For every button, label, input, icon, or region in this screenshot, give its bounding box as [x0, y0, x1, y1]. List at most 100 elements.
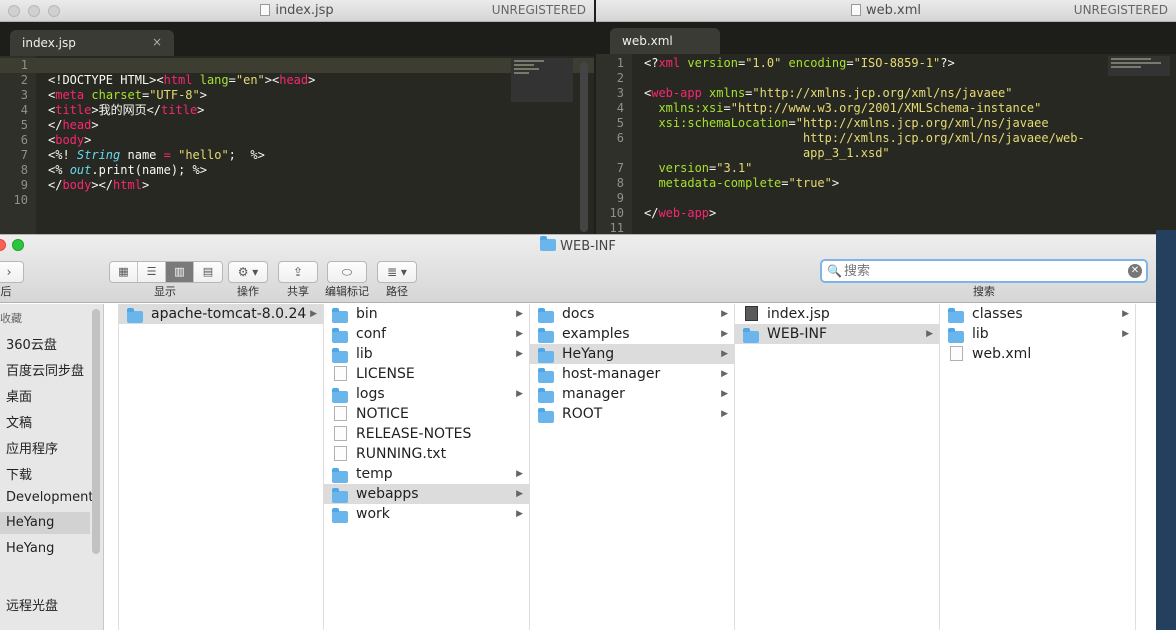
list-item[interactable]: classes ▶ — [940, 304, 1135, 324]
folder-icon — [332, 328, 348, 343]
chevron-right-icon: ▶ — [516, 309, 523, 319]
window-title: WEB-INF — [560, 239, 616, 254]
sidebar-item-baidu[interactable]: 百度云同步盘 — [6, 360, 84, 379]
file-icon — [950, 346, 963, 361]
code-line: 5 xsi:schemaLocation="http://xmlns.jcp.o… — [616, 116, 1049, 130]
search-input[interactable] — [844, 262, 1124, 280]
coverflow-view-icon[interactable]: ▤ — [194, 262, 222, 282]
sidebar-item-desktop[interactable]: 桌面 — [6, 386, 32, 405]
list-item[interactable]: LICENSE — [324, 364, 529, 384]
code-line: 8 <% out.print(name); %> — [20, 163, 207, 177]
path-label: 路径 — [386, 285, 408, 298]
tags-button[interactable]: ⬭ — [327, 261, 367, 283]
browser-column: classes ▶ lib ▶ web.xml — [940, 304, 1136, 630]
code-line: 8 metadata-complete="true"> — [616, 176, 840, 190]
window-title: web.xml — [866, 3, 921, 18]
sidebar-item-360[interactable]: 360云盘 — [6, 334, 57, 353]
folder-icon — [332, 468, 348, 483]
list-item[interactable]: examples ▶ — [530, 324, 734, 344]
sidebar-item-applications[interactable]: 应用程序 — [6, 438, 58, 457]
list-item[interactable]: lib ▶ — [940, 324, 1135, 344]
clear-search-icon[interactable]: ✕ — [1128, 264, 1142, 278]
search-field[interactable]: 🔍 ✕ — [820, 259, 1148, 283]
action-button[interactable]: ⚙ ▾ — [228, 261, 268, 283]
list-item[interactable]: manager ▶ — [530, 384, 734, 404]
list-item[interactable]: webapps ▶ — [324, 484, 529, 504]
list-item[interactable]: ROOT ▶ — [530, 404, 734, 424]
chevron-right-icon: ▶ — [721, 369, 728, 379]
list-item[interactable]: web.xml — [940, 344, 1135, 364]
list-item[interactable]: RELEASE-NOTES — [324, 424, 529, 444]
chevron-right-icon: ▶ — [721, 309, 728, 319]
code-line: 4 <title>我的网页</title> — [20, 103, 205, 117]
sidebar-item-heyang[interactable]: HeYang — [6, 515, 54, 530]
sidebar-item-heyang-device[interactable]: HeYang — [6, 541, 54, 556]
file-icon — [334, 426, 347, 441]
jsp-file-icon — [745, 306, 758, 321]
sidebar-item-development[interactable]: Development — [6, 490, 94, 505]
icon-view-icon[interactable]: ▦ — [110, 262, 138, 282]
chevron-right-icon: ▶ — [516, 329, 523, 339]
path-button[interactable]: ≣ ▾ — [377, 261, 417, 283]
finder-toolbar: WEB-INF › 后 ▦ ☰ ▥ ▤ 显示 ⚙ ▾ 操作 ⇪ 共享 ⬭ 编辑标… — [0, 235, 1156, 303]
editor-titlebar[interactable]: index.jsp UNREGISTERED — [0, 0, 594, 22]
list-item[interactable]: WEB-INF ▶ — [735, 324, 939, 344]
list-item[interactable]: index.jsp — [735, 304, 939, 324]
close-tab-icon[interactable]: × — [152, 35, 162, 49]
folder-icon — [332, 508, 348, 523]
scrollbar[interactable] — [580, 62, 588, 232]
list-item[interactable]: host-manager ▶ — [530, 364, 734, 384]
list-item[interactable]: docs ▶ — [530, 304, 734, 324]
list-item[interactable]: apache-tomcat-8.0.24 ▶ — [119, 304, 323, 324]
chevron-right-icon: ▶ — [721, 329, 728, 339]
view-mode-selector[interactable]: ▦ ☰ ▥ ▤ — [109, 261, 223, 283]
list-item[interactable]: work ▶ — [324, 504, 529, 524]
folder-icon — [743, 328, 759, 343]
chevron-right-icon: ▶ — [1122, 309, 1129, 319]
code-line: 2 — [616, 71, 624, 85]
folder-icon — [332, 488, 348, 503]
code-line: 10 </web-app> — [609, 206, 717, 220]
search-icon: 🔍 — [827, 264, 842, 278]
sidebar-item-documents[interactable]: 文稿 — [6, 412, 32, 431]
folder-icon — [332, 388, 348, 403]
list-item[interactable]: logs ▶ — [324, 384, 529, 404]
chevron-right-icon: ▶ — [721, 349, 728, 359]
list-item[interactable]: conf ▶ — [324, 324, 529, 344]
chevron-right-icon: ▶ — [516, 389, 523, 399]
minimap[interactable] — [1108, 56, 1170, 76]
file-icon — [334, 406, 347, 421]
tab-web-xml[interactable]: web.xml — [610, 28, 720, 54]
tab-label: web.xml — [622, 34, 673, 48]
share-button[interactable]: ⇪ — [278, 261, 318, 283]
column-view-icon[interactable]: ▥ — [166, 262, 194, 282]
tab-index-jsp[interactable]: index.jsp × — [10, 30, 174, 56]
sidebar-scrollbar[interactable] — [92, 309, 100, 554]
chevron-right-icon: ▶ — [1122, 329, 1129, 339]
code-line: 1 <?xml version="1.0" encoding="ISO-8859-… — [616, 56, 955, 70]
folder-icon — [538, 308, 554, 323]
folder-icon — [538, 368, 554, 383]
forward-button[interactable]: › — [0, 261, 24, 283]
sidebar-item-downloads[interactable]: 下载 — [6, 464, 32, 483]
code-area[interactable]: 1 2 <!DOCTYPE HTML><html lang="en"><head>… — [0, 56, 594, 240]
list-view-icon[interactable]: ☰ — [138, 262, 166, 282]
code-area[interactable]: 1 <?xml version="1.0" encoding="ISO-8859-… — [596, 54, 1176, 240]
list-item[interactable]: NOTICE — [324, 404, 529, 424]
finder-window: WEB-INF › 后 ▦ ☰ ▥ ▤ 显示 ⚙ ▾ 操作 ⇪ 共享 ⬭ 编辑标… — [0, 234, 1156, 630]
editor-titlebar[interactable]: web.xml UNREGISTERED — [596, 0, 1176, 22]
list-item[interactable]: bin ▶ — [324, 304, 529, 324]
list-item[interactable]: RUNNING.txt — [324, 444, 529, 464]
list-item[interactable]: lib ▶ — [324, 344, 529, 364]
list-item[interactable]: HeYang ▶ — [530, 344, 734, 364]
list-item[interactable]: temp ▶ — [324, 464, 529, 484]
document-icon — [851, 4, 861, 16]
code-line: app_3_1.xsd" — [802, 146, 890, 160]
sidebar-item-remote-disc[interactable]: 远程光盘 — [6, 595, 58, 614]
code-line: 3 <meta charset="UTF-8"> — [20, 88, 207, 102]
folder-icon — [538, 348, 554, 363]
minimap[interactable] — [511, 58, 573, 102]
code-line: 7 version="3.1" — [616, 161, 753, 175]
tag-icon: ⬭ — [341, 265, 353, 279]
browser-column: index.jsp WEB-INF ▶ — [735, 304, 940, 630]
